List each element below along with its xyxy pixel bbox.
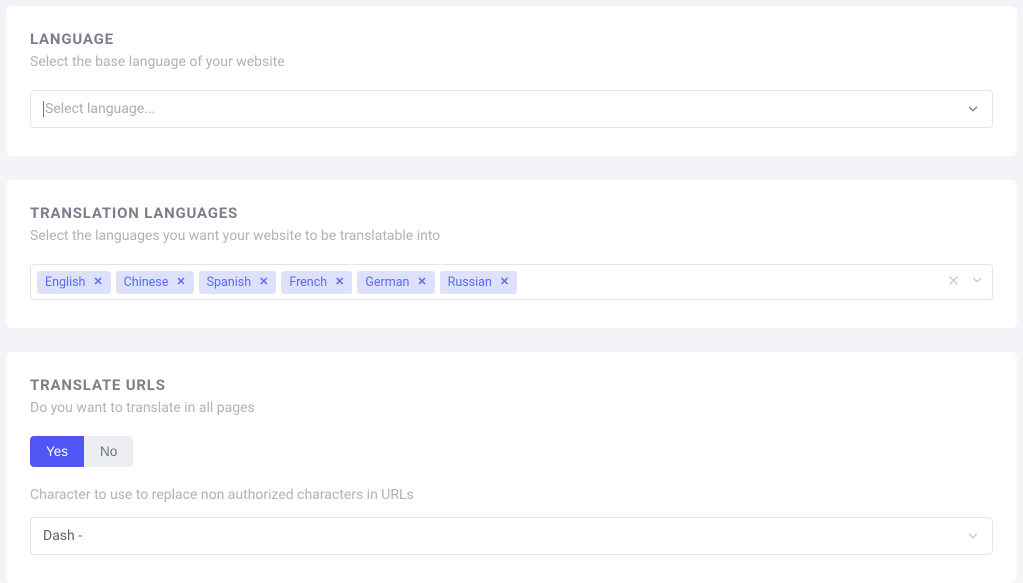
chevron-down-icon <box>966 102 980 116</box>
translate-urls-toggle: Yes No <box>30 436 133 467</box>
remove-tag-icon[interactable]: ✕ <box>259 275 268 288</box>
translate-urls-no-button[interactable]: No <box>84 436 133 467</box>
selected-language-tags: English✕Chinese✕Spanish✕French✕German✕Ru… <box>37 271 517 294</box>
translate-urls-description: Do you want to translate in all pages <box>30 400 993 416</box>
chevron-down-icon[interactable] <box>970 273 984 291</box>
base-language-placeholder: Select language... <box>45 101 155 117</box>
language-card: LANGUAGE Select the base language of you… <box>6 6 1017 156</box>
translation-languages-title: TRANSLATION LANGUAGES <box>30 204 993 222</box>
language-tag: German ✕ <box>357 271 434 294</box>
translation-languages-card: TRANSLATION LANGUAGES Select the languag… <box>6 180 1017 328</box>
translate-urls-card: TRANSLATE URLS Do you want to translate … <box>6 352 1017 583</box>
language-tag: Spanish ✕ <box>199 271 277 294</box>
language-tag-label: Chinese <box>124 275 169 290</box>
language-tag: Chinese ✕ <box>116 271 194 294</box>
language-tag-label: French <box>289 275 327 290</box>
remove-tag-icon[interactable]: ✕ <box>176 275 185 288</box>
remove-tag-icon[interactable]: ✕ <box>335 275 344 288</box>
language-tag-label: German <box>365 275 409 290</box>
multiselect-actions <box>947 273 984 291</box>
language-tag: English ✕ <box>37 271 111 294</box>
remove-tag-icon[interactable]: ✕ <box>417 275 426 288</box>
text-cursor <box>43 101 44 117</box>
base-language-select[interactable]: Select language... <box>30 90 993 128</box>
remove-tag-icon[interactable]: ✕ <box>500 275 509 288</box>
clear-all-icon[interactable] <box>947 274 960 290</box>
chevron-down-icon <box>966 529 980 543</box>
language-tag-label: Spanish <box>207 275 252 290</box>
language-description: Select the base language of your website <box>30 54 993 70</box>
replace-char-label: Character to use to replace non authoriz… <box>30 487 993 503</box>
language-tag: Russian ✕ <box>440 271 517 294</box>
language-tag-label: Russian <box>448 275 492 290</box>
translation-languages-multiselect[interactable]: English✕Chinese✕Spanish✕French✕German✕Ru… <box>30 264 993 300</box>
language-tag: French ✕ <box>281 271 352 294</box>
language-title: LANGUAGE <box>30 30 993 48</box>
replace-char-value: Dash - <box>43 528 82 544</box>
translate-urls-title: TRANSLATE URLS <box>30 376 993 394</box>
language-tag-label: English <box>45 275 85 290</box>
replace-char-select[interactable]: Dash - <box>30 517 993 555</box>
translation-languages-description: Select the languages you want your websi… <box>30 228 993 244</box>
translate-urls-yes-button[interactable]: Yes <box>30 436 84 467</box>
remove-tag-icon[interactable]: ✕ <box>93 275 102 288</box>
